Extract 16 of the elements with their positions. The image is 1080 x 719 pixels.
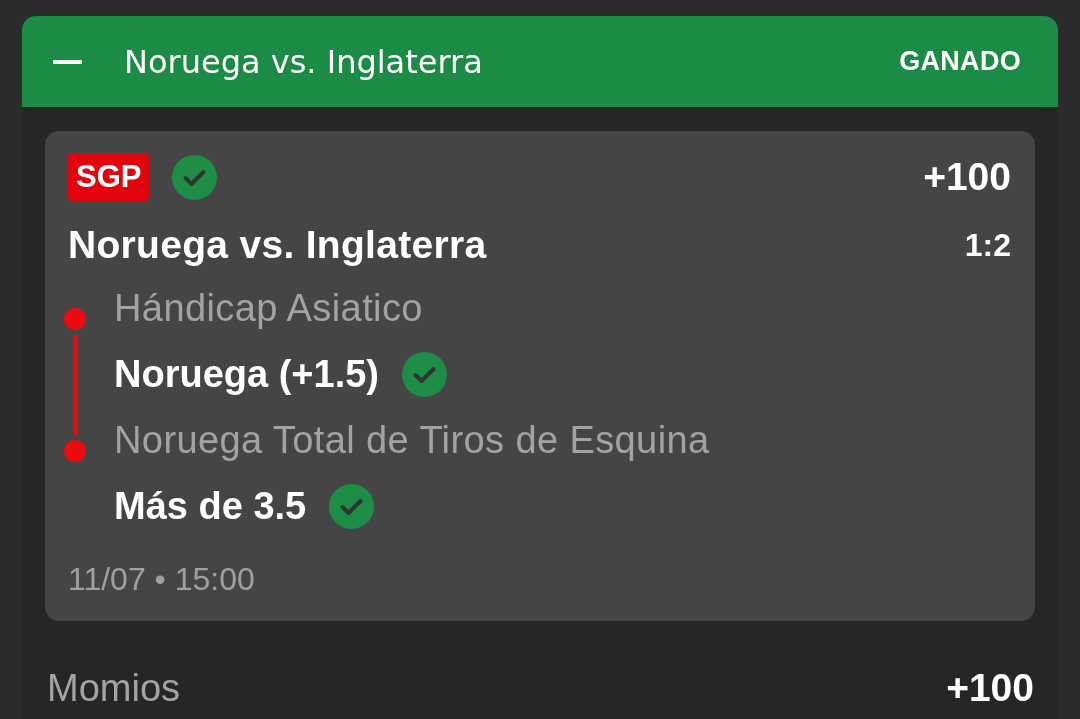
minus-icon[interactable] — [53, 59, 82, 64]
odds-value: +100 — [923, 155, 1011, 199]
market-label: Noruega Total de Tiros de Esquina — [114, 418, 710, 462]
status-label: GANADO — [899, 46, 1021, 77]
selection-label: Noruega (+1.5) — [114, 352, 380, 396]
market-label: Hándicap Asiatico — [114, 286, 423, 330]
date-time: 11/07 • 15:00 — [68, 560, 255, 598]
odds-label: Momios — [47, 666, 181, 710]
timeline-dot-icon — [64, 440, 86, 462]
bet-type-tag: SGP — [68, 153, 150, 201]
match-title: Noruega vs. Inglaterra — [68, 223, 487, 267]
timeline-dot-icon — [64, 308, 86, 330]
total-odds-value: +100 — [946, 666, 1034, 710]
header-title: Noruega vs. Inglaterra — [124, 42, 483, 81]
score-text: 1:2 — [964, 226, 1011, 264]
selection-label: Más de 3.5 — [114, 484, 307, 528]
